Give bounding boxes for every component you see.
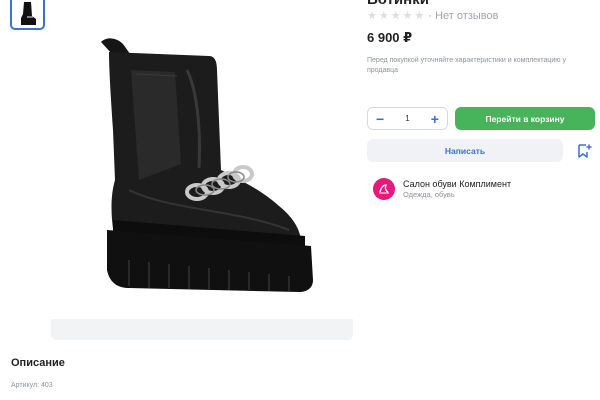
rating-stars: ★ ★ ★ ★ ★	[367, 9, 425, 22]
quantity-stepper: − 1 +	[367, 107, 448, 130]
star-icon: ★	[402, 9, 413, 22]
gallery-footer	[51, 319, 353, 340]
decrease-quantity-button[interactable]: −	[376, 112, 384, 126]
article-number: Артикул: 403	[11, 382, 53, 389]
seller-logo-mark	[379, 184, 389, 194]
star-icon: ★	[390, 9, 401, 22]
seller-name[interactable]: Салон обуви Комплимент	[403, 179, 511, 190]
seller-info: Салон обуви Комплимент Одежда, обувь	[403, 179, 511, 199]
star-icon: ★	[414, 9, 425, 22]
bookmark-plus-icon	[577, 143, 591, 158]
product-page: Ботинки ★ ★ ★ ★ ★ · Нет отзывов 6 900 ₽ …	[0, 0, 600, 400]
reviews-link[interactable]: · Нет отзывов	[428, 10, 498, 22]
go-to-cart-button[interactable]: Перейти в корзину	[455, 107, 595, 130]
boot-thumbnail-image	[20, 2, 36, 25]
rating-row[interactable]: ★ ★ ★ ★ ★ · Нет отзывов	[367, 10, 498, 22]
product-gallery[interactable]	[51, 0, 353, 340]
gallery-thumbnail[interactable]	[10, 0, 45, 30]
bookmark-button[interactable]	[572, 139, 595, 162]
write-seller-button[interactable]: Написать	[367, 139, 563, 162]
product-title: Ботинки	[367, 0, 429, 8]
quantity-value[interactable]: 1	[405, 114, 409, 123]
seller-block[interactable]: Салон обуви Комплимент Одежда, обувь	[373, 178, 511, 200]
seller-logo-icon	[373, 178, 395, 200]
star-icon: ★	[378, 9, 389, 22]
seller-category: Одежда, обувь	[403, 190, 455, 199]
product-price: 6 900 ₽	[367, 30, 413, 45]
purchase-note: Перед покупкой уточняйте характеристики …	[367, 57, 566, 74]
star-icon: ★	[367, 9, 377, 22]
description-heading: Описание	[11, 357, 65, 369]
boot-image	[101, 38, 313, 292]
increase-quantity-button[interactable]: +	[431, 112, 439, 126]
